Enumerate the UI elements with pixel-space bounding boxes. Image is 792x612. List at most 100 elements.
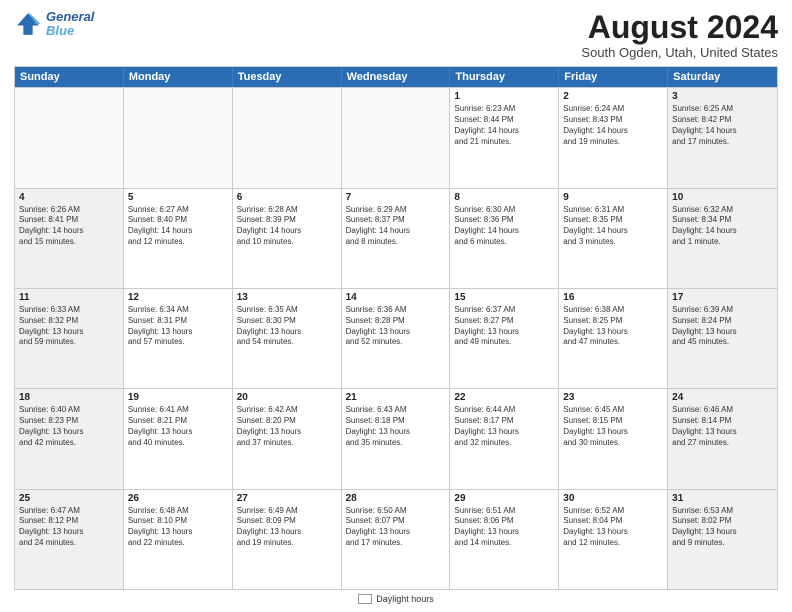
day-info: Sunrise: 6:50 AMSunset: 8:07 PMDaylight:… (346, 506, 446, 549)
day-number: 22 (454, 392, 554, 403)
day-info: Sunrise: 6:48 AMSunset: 8:10 PMDaylight:… (128, 506, 228, 549)
day-cell-6: 6 Sunrise: 6:28 AMSunset: 8:39 PMDaylight… (233, 189, 342, 288)
day-number: 16 (563, 292, 663, 303)
day-cell-1: 1 Sunrise: 6:23 AMSunset: 8:44 PMDaylight… (450, 88, 559, 187)
day-info: Sunrise: 6:23 AMSunset: 8:44 PMDaylight:… (454, 104, 554, 147)
day-info: Sunrise: 6:40 AMSunset: 8:23 PMDaylight:… (19, 405, 119, 448)
calendar-body: 1 Sunrise: 6:23 AMSunset: 8:44 PMDaylight… (15, 87, 777, 589)
day-number: 30 (563, 493, 663, 504)
calendar-week-2: 4 Sunrise: 6:26 AMSunset: 8:41 PMDaylight… (15, 188, 777, 288)
day-info: Sunrise: 6:32 AMSunset: 8:34 PMDaylight:… (672, 205, 773, 248)
day-cell-10: 10 Sunrise: 6:32 AMSunset: 8:34 PMDayligh… (668, 189, 777, 288)
day-cell-12: 12 Sunrise: 6:34 AMSunset: 8:31 PMDayligh… (124, 289, 233, 388)
day-cell-24: 24Sunrise: 6:46 AMSunset: 8:14 PMDayligh… (668, 389, 777, 488)
legend-item: Daylight hours (358, 594, 434, 604)
day-info: Sunrise: 6:34 AMSunset: 8:31 PMDaylight:… (128, 305, 228, 348)
day-info: Sunrise: 6:30 AMSunset: 8:36 PMDaylight:… (454, 205, 554, 248)
day-number: 14 (346, 292, 446, 303)
day-info: Sunrise: 6:37 AMSunset: 8:27 PMDaylight:… (454, 305, 554, 348)
day-info: Sunrise: 6:38 AMSunset: 8:25 PMDaylight:… (563, 305, 663, 348)
day-number: 8 (454, 192, 554, 203)
day-info: Sunrise: 6:49 AMSunset: 8:09 PMDaylight:… (237, 506, 337, 549)
day-number: 1 (454, 91, 554, 102)
day-number: 4 (19, 192, 119, 203)
header-day-sunday: Sunday (15, 67, 124, 87)
day-info: Sunrise: 6:26 AMSunset: 8:41 PMDaylight:… (19, 205, 119, 248)
day-info: Sunrise: 6:31 AMSunset: 8:35 PMDaylight:… (563, 205, 663, 248)
day-cell-9: 9Sunrise: 6:31 AMSunset: 8:35 PMDaylight… (559, 189, 668, 288)
day-cell-4: 4 Sunrise: 6:26 AMSunset: 8:41 PMDaylight… (15, 189, 124, 288)
header-day-tuesday: Tuesday (233, 67, 342, 87)
empty-cell (124, 88, 233, 187)
empty-cell (233, 88, 342, 187)
day-cell-29: 29Sunrise: 6:51 AMSunset: 8:06 PMDayligh… (450, 490, 559, 589)
day-cell-20: 20Sunrise: 6:42 AMSunset: 8:20 PMDayligh… (233, 389, 342, 488)
header-day-saturday: Saturday (668, 67, 777, 87)
empty-cell (342, 88, 451, 187)
day-number: 23 (563, 392, 663, 403)
day-number: 10 (672, 192, 773, 203)
day-info: Sunrise: 6:51 AMSunset: 8:06 PMDaylight:… (454, 506, 554, 549)
day-number: 2 (563, 91, 663, 102)
day-number: 31 (672, 493, 773, 504)
day-cell-23: 23 Sunrise: 6:45 AMSunset: 8:15 PMDayligh… (559, 389, 668, 488)
day-cell-5: 5 Sunrise: 6:27 AMSunset: 8:40 PMDaylight… (124, 189, 233, 288)
day-number: 17 (672, 292, 773, 303)
day-info: Sunrise: 6:45 AMSunset: 8:15 PMDaylight:… (563, 405, 663, 448)
day-number: 15 (454, 292, 554, 303)
location: South Ogden, Utah, United States (581, 45, 778, 60)
day-number: 7 (346, 192, 446, 203)
header-day-thursday: Thursday (450, 67, 559, 87)
day-cell-16: 16 Sunrise: 6:38 AMSunset: 8:25 PMDayligh… (559, 289, 668, 388)
day-info: Sunrise: 6:28 AMSunset: 8:39 PMDaylight:… (237, 205, 337, 248)
legend-box (358, 594, 372, 604)
day-cell-27: 27 Sunrise: 6:49 AMSunset: 8:09 PMDayligh… (233, 490, 342, 589)
day-info: Sunrise: 6:36 AMSunset: 8:28 PMDaylight:… (346, 305, 446, 348)
page: General Blue August 2024 South Ogden, Ut… (0, 0, 792, 612)
day-cell-2: 2 Sunrise: 6:24 AMSunset: 8:43 PMDaylight… (559, 88, 668, 187)
day-number: 13 (237, 292, 337, 303)
day-cell-18: 18Sunrise: 6:40 AMSunset: 8:23 PMDayligh… (15, 389, 124, 488)
header-day-monday: Monday (124, 67, 233, 87)
day-cell-17: 17Sunrise: 6:39 AMSunset: 8:24 PMDayligh… (668, 289, 777, 388)
day-number: 19 (128, 392, 228, 403)
day-number: 26 (128, 493, 228, 504)
day-cell-8: 8 Sunrise: 6:30 AMSunset: 8:36 PMDaylight… (450, 189, 559, 288)
day-cell-26: 26 Sunrise: 6:48 AMSunset: 8:10 PMDayligh… (124, 490, 233, 589)
day-number: 24 (672, 392, 773, 403)
header-day-wednesday: Wednesday (342, 67, 451, 87)
day-cell-21: 21Sunrise: 6:43 AMSunset: 8:18 PMDayligh… (342, 389, 451, 488)
day-cell-31: 31 Sunrise: 6:53 AMSunset: 8:02 PMDayligh… (668, 490, 777, 589)
day-info: Sunrise: 6:47 AMSunset: 8:12 PMDaylight:… (19, 506, 119, 549)
day-cell-11: 11Sunrise: 6:33 AMSunset: 8:32 PMDayligh… (15, 289, 124, 388)
day-number: 21 (346, 392, 446, 403)
day-cell-14: 14 Sunrise: 6:36 AMSunset: 8:28 PMDayligh… (342, 289, 451, 388)
day-number: 3 (672, 91, 773, 102)
day-info: Sunrise: 6:33 AMSunset: 8:32 PMDaylight:… (19, 305, 119, 348)
day-number: 27 (237, 493, 337, 504)
day-number: 25 (19, 493, 119, 504)
day-info: Sunrise: 6:53 AMSunset: 8:02 PMDaylight:… (672, 506, 773, 549)
day-cell-28: 28 Sunrise: 6:50 AMSunset: 8:07 PMDayligh… (342, 490, 451, 589)
calendar-week-1: 1 Sunrise: 6:23 AMSunset: 8:44 PMDaylight… (15, 87, 777, 187)
calendar-week-3: 11Sunrise: 6:33 AMSunset: 8:32 PMDayligh… (15, 288, 777, 388)
day-cell-15: 15 Sunrise: 6:37 AMSunset: 8:27 PMDayligh… (450, 289, 559, 388)
day-number: 28 (346, 493, 446, 504)
day-cell-3: 3Sunrise: 6:25 AMSunset: 8:42 PMDaylight… (668, 88, 777, 187)
header-day-friday: Friday (559, 67, 668, 87)
day-number: 5 (128, 192, 228, 203)
day-number: 6 (237, 192, 337, 203)
logo-icon (14, 10, 42, 38)
calendar-header: SundayMondayTuesdayWednesdayThursdayFrid… (15, 67, 777, 87)
day-info: Sunrise: 6:29 AMSunset: 8:37 PMDaylight:… (346, 205, 446, 248)
day-info: Sunrise: 6:27 AMSunset: 8:40 PMDaylight:… (128, 205, 228, 248)
daylight-label: Daylight hours (376, 594, 434, 604)
day-number: 12 (128, 292, 228, 303)
day-cell-22: 22Sunrise: 6:44 AMSunset: 8:17 PMDayligh… (450, 389, 559, 488)
day-cell-13: 13Sunrise: 6:35 AMSunset: 8:30 PMDayligh… (233, 289, 342, 388)
day-info: Sunrise: 6:24 AMSunset: 8:43 PMDaylight:… (563, 104, 663, 147)
day-info: Sunrise: 6:52 AMSunset: 8:04 PMDaylight:… (563, 506, 663, 549)
day-info: Sunrise: 6:41 AMSunset: 8:21 PMDaylight:… (128, 405, 228, 448)
calendar: SundayMondayTuesdayWednesdayThursdayFrid… (14, 66, 778, 590)
day-number: 20 (237, 392, 337, 403)
